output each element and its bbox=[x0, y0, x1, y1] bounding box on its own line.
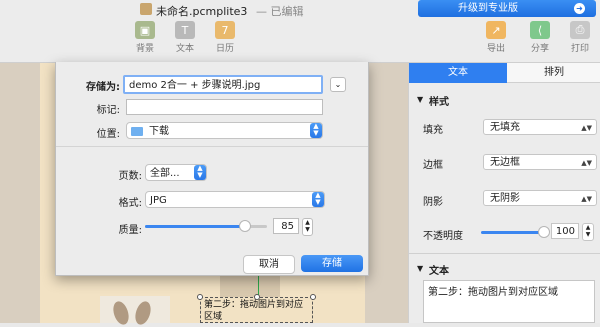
canvas-textbox[interactable]: 第二步：拖动图片到对应区域 bbox=[200, 297, 313, 323]
background-icon: ▣ bbox=[135, 21, 155, 39]
share-button[interactable]: ⟨ 分享 bbox=[522, 21, 558, 54]
quality-label: 质量: bbox=[118, 225, 142, 236]
text-section-title: 文本 bbox=[429, 266, 449, 277]
share-icon: ⟨ bbox=[530, 21, 550, 39]
quality-field[interactable]: 85 bbox=[273, 218, 299, 234]
format-popup[interactable]: JPG ▲ ▼ bbox=[145, 191, 325, 208]
document-icon bbox=[140, 3, 152, 15]
quality-slider[interactable] bbox=[145, 220, 267, 232]
resize-handle[interactable] bbox=[310, 294, 316, 300]
border-select[interactable]: 无边框 ▲▼ bbox=[483, 154, 597, 170]
text-button[interactable]: T 文本 bbox=[167, 21, 203, 54]
select-arrows-icon: ▲▼ bbox=[581, 124, 592, 132]
opacity-slider[interactable] bbox=[481, 226, 550, 238]
location-label: 位置: bbox=[96, 129, 120, 140]
quality-slider-fill bbox=[145, 225, 245, 228]
location-popup[interactable]: 下载 ▲ ▼ bbox=[126, 122, 323, 139]
divider bbox=[409, 253, 600, 254]
quality-slider-knob[interactable] bbox=[239, 220, 251, 232]
resize-handle[interactable] bbox=[254, 294, 260, 300]
print-button[interactable]: ⎙ 打印 bbox=[562, 21, 598, 54]
window-title: 未命名.pcmplite3 bbox=[156, 5, 248, 18]
opacity-stepper[interactable]: ▲ ▼ bbox=[582, 223, 594, 241]
format-value: JPG bbox=[150, 195, 167, 206]
share-label: 分享 bbox=[530, 44, 549, 54]
resize-handle[interactable] bbox=[197, 294, 203, 300]
tab-text[interactable]: 文本 bbox=[409, 63, 507, 83]
cancel-button[interactable]: 取消 bbox=[243, 255, 295, 274]
popup-arrows-icon: ▲ ▼ bbox=[310, 123, 322, 138]
arrow-right-icon: ➜ bbox=[574, 3, 585, 14]
fill-select[interactable]: 无填充 ▲▼ bbox=[483, 119, 597, 135]
upgrade-label: 升级到专业版 bbox=[458, 3, 518, 14]
pages-label: 页数: bbox=[118, 171, 142, 182]
print-icon: ⎙ bbox=[570, 21, 590, 39]
text-label: 文本 bbox=[175, 44, 194, 54]
fill-value: 无填充 bbox=[490, 122, 520, 133]
calendar-button[interactable]: 7 日历 bbox=[207, 21, 243, 54]
style-section-title: 样式 bbox=[429, 97, 449, 108]
select-arrows-icon: ▲▼ bbox=[581, 159, 592, 167]
select-arrows-icon: ▲▼ bbox=[581, 195, 592, 203]
print-label: 打印 bbox=[570, 44, 589, 54]
export-label: 导出 bbox=[486, 44, 505, 54]
export-button[interactable]: ↗ 导出 bbox=[478, 21, 514, 54]
pages-value: 全部... bbox=[150, 168, 180, 179]
opacity-slider-knob[interactable] bbox=[538, 226, 550, 238]
opacity-label: 不透明度 bbox=[423, 231, 463, 242]
border-label: 边框 bbox=[423, 160, 443, 171]
disclosure-down-icon[interactable]: ▼ bbox=[417, 264, 423, 273]
save-button[interactable]: 存储 bbox=[301, 255, 363, 272]
tags-label: 标记: bbox=[96, 105, 120, 116]
popup-arrows-icon: ▲ ▼ bbox=[194, 165, 206, 180]
tags-field[interactable] bbox=[126, 99, 323, 115]
upgrade-button[interactable]: 升级到专业版 ➜ bbox=[418, 0, 596, 17]
popup-arrows-icon: ▲ ▼ bbox=[312, 192, 324, 207]
shadow-select[interactable]: 无阴影 ▲▼ bbox=[483, 190, 597, 206]
calendar-icon: 7 bbox=[215, 21, 235, 39]
tab-arrange[interactable]: 排列 bbox=[507, 63, 600, 83]
folder-icon bbox=[131, 127, 143, 136]
shadow-value: 无阴影 bbox=[490, 193, 520, 204]
divider bbox=[56, 146, 368, 147]
save-dialog: 存储为: demo 2合一 + 步骤说明.jpg ⌄ 标记: 位置: 下载 ▲ ▼… bbox=[55, 62, 369, 276]
fill-label: 填充 bbox=[423, 125, 443, 136]
text-icon: T bbox=[175, 21, 195, 39]
edit-status[interactable]: — 已编辑 bbox=[256, 3, 304, 19]
format-label: 格式: bbox=[118, 198, 142, 209]
location-value: 下载 bbox=[149, 126, 169, 137]
disclosure-down-icon[interactable]: ▼ bbox=[417, 95, 423, 104]
photo-frame[interactable] bbox=[100, 296, 170, 327]
save-as-label: 存储为: bbox=[86, 82, 120, 93]
expand-dialog-button[interactable]: ⌄ bbox=[330, 77, 346, 92]
quality-stepper[interactable]: ▲ ▼ bbox=[302, 218, 313, 236]
border-value: 无边框 bbox=[490, 157, 520, 168]
export-icon: ↗ bbox=[486, 21, 506, 39]
inspector-panel: 文本 排列 ▼ 样式 填充 无填充 ▲▼ 边框 无边框 ▲▼ 阴影 无阴影 ▲▼ 不透… bbox=[408, 63, 600, 323]
opacity-field[interactable]: 100 bbox=[551, 223, 579, 239]
text-content-field[interactable]: 第二步：拖动图片到对应区域 bbox=[423, 280, 595, 323]
background-label: 背景 bbox=[135, 44, 154, 54]
filename-field[interactable]: demo 2合一 + 步骤说明.jpg bbox=[123, 75, 323, 94]
pages-popup[interactable]: 全部... ▲ ▼ bbox=[145, 164, 207, 181]
shadow-label: 阴影 bbox=[423, 197, 443, 208]
calendar-label: 日历 bbox=[215, 44, 234, 54]
toolbar: ▣ 背景 T 文本 7 日历 ↗ 导出 ⟨ 分享 ⎙ 打印 bbox=[0, 18, 600, 63]
background-button[interactable]: ▣ 背景 bbox=[127, 21, 163, 54]
